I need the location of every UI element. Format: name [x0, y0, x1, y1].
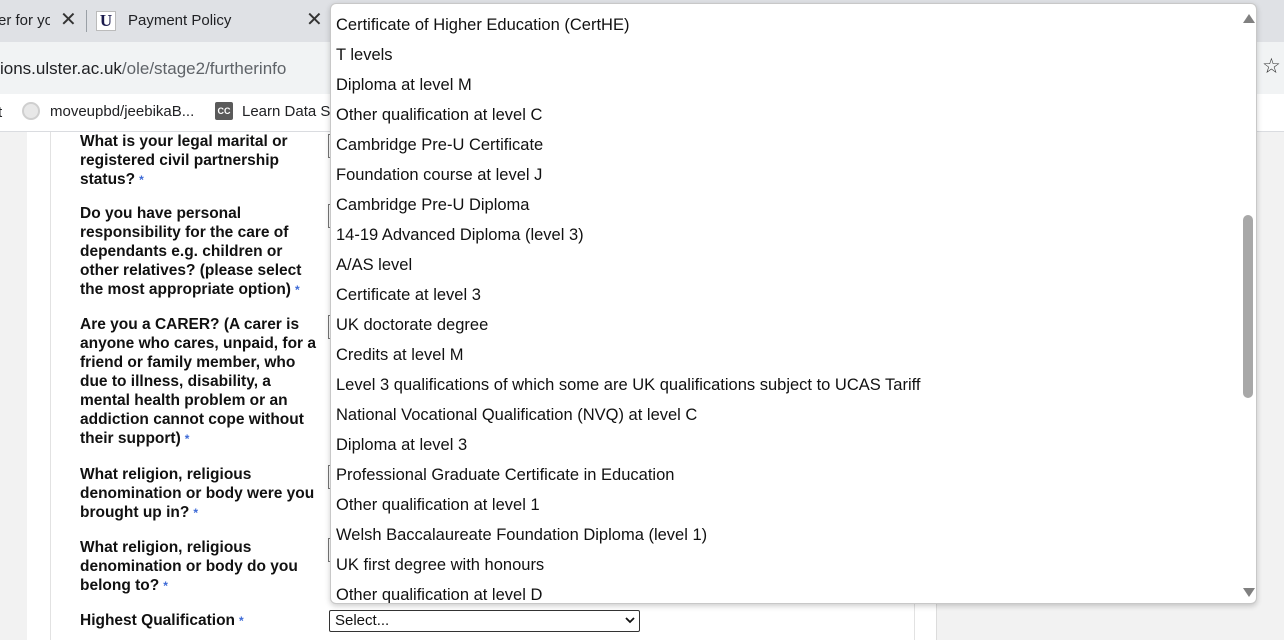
dropdown-option[interactable]: Cambridge Pre-U Diploma [331, 190, 1239, 220]
qualification-dropdown-list[interactable]: Certificate of Higher Education (CertHE)… [330, 3, 1257, 604]
required-marker: * [163, 579, 168, 593]
dropdown-option[interactable]: Cambridge Pre-U Certificate [331, 130, 1239, 160]
dropdown-option[interactable]: Certificate at level 3 [331, 280, 1239, 310]
question-label: Are you a CARER? (A carer is anyone who … [80, 316, 316, 447]
bookmark-label: Learn Data St [242, 102, 335, 120]
github-icon [22, 102, 40, 120]
dropdown-option[interactable]: Professional Graduate Certificate in Edu… [331, 460, 1239, 490]
dropdown-option[interactable]: UK doctorate degree [331, 310, 1239, 340]
select-value: Select... [335, 612, 390, 629]
browser-tab-payment-policy[interactable]: U Payment Policy ✕ [96, 0, 336, 42]
required-marker: * [294, 283, 300, 297]
dropdown-option[interactable]: UK first degree with honours [331, 550, 1239, 580]
dropdown-option[interactable]: A/AS level [331, 250, 1239, 280]
dropdown-options: Certificate of Higher Education (CertHE)… [331, 10, 1239, 603]
close-tab-icon[interactable]: ✕ [306, 10, 323, 30]
ulster-favicon-icon: U [96, 11, 116, 31]
dropdown-option[interactable]: Welsh Baccalaureate Foundation Diploma (… [331, 520, 1239, 550]
question-label: What religion, religious denomination or… [80, 539, 298, 594]
datacamp-icon: CC [215, 102, 233, 120]
dropdown-scrollbar[interactable] [1240, 4, 1256, 603]
bookmark-label: moveupbd/jeebikaB... [50, 102, 195, 120]
tab-title: er for yo [0, 12, 50, 29]
chevron-down-icon [625, 617, 635, 624]
dropdown-option[interactable]: Diploma at level M [331, 70, 1239, 100]
bookmark-star-icon[interactable]: ☆ [1262, 56, 1281, 77]
dropdown-option[interactable]: Other qualification at level 1 [331, 490, 1239, 520]
question-carer: Are you a CARER? (A carer is anyone who … [80, 315, 324, 449]
question-religion-brought-up: What religion, religious denomination or… [80, 465, 324, 523]
bookmark-item-cut[interactable]: t [0, 104, 2, 121]
question-label: What is your legal marital or registered… [80, 133, 288, 188]
url-text: ions.ulster.ac.uk/ole/stage2/furtherinfo [0, 59, 286, 79]
required-marker: * [184, 432, 190, 446]
question-label: Do you have personal responsibility for … [80, 205, 302, 298]
scroll-up-arrow-icon[interactable] [1243, 14, 1255, 23]
highest-qualification-select[interactable]: Select... [329, 610, 640, 632]
tab-separator [86, 10, 87, 32]
url-path: /ole/stage2/furtherinfo [121, 59, 287, 78]
bookmark-item-github[interactable]: moveupbd/jeebikaB... [22, 102, 194, 120]
dropdown-option[interactable]: Other qualification at level D [331, 580, 1239, 603]
question-dependants: Do you have personal responsibility for … [80, 204, 324, 300]
dropdown-option[interactable]: Other qualification at level C [331, 100, 1239, 130]
dropdown-option[interactable]: Foundation course at level J [331, 160, 1239, 190]
required-marker: * [193, 506, 198, 520]
question-marital-status: What is your legal marital or registered… [80, 132, 324, 190]
bookmark-item-datacamp[interactable]: CC Learn Data St [215, 102, 335, 120]
browser-tab-1[interactable]: er for yo ✕ [0, 0, 86, 42]
dropdown-option[interactable]: Diploma at level 3 [331, 430, 1239, 460]
scroll-down-arrow-icon[interactable] [1243, 588, 1255, 597]
required-marker: * [139, 173, 144, 187]
tab-title: Payment Policy [128, 12, 232, 29]
close-tab-icon[interactable]: ✕ [60, 10, 77, 30]
dropdown-option[interactable]: Level 3 qualifications of which some are… [331, 370, 1239, 400]
url-host: ions.ulster.ac.uk [0, 59, 122, 78]
dropdown-option[interactable]: Certificate of Higher Education (CertHE) [331, 10, 1239, 40]
required-marker: * [239, 614, 244, 628]
dropdown-option[interactable]: Credits at level M [331, 340, 1239, 370]
dropdown-option[interactable]: 14-19 Advanced Diploma (level 3) [331, 220, 1239, 250]
dropdown-option[interactable]: T levels [331, 40, 1239, 70]
scrollbar-thumb[interactable] [1243, 215, 1253, 398]
dropdown-option[interactable]: National Vocational Qualification (NVQ) … [331, 400, 1239, 430]
question-religion-belong: What religion, religious denomination or… [80, 538, 324, 596]
question-label: Highest Qualification [80, 612, 236, 629]
